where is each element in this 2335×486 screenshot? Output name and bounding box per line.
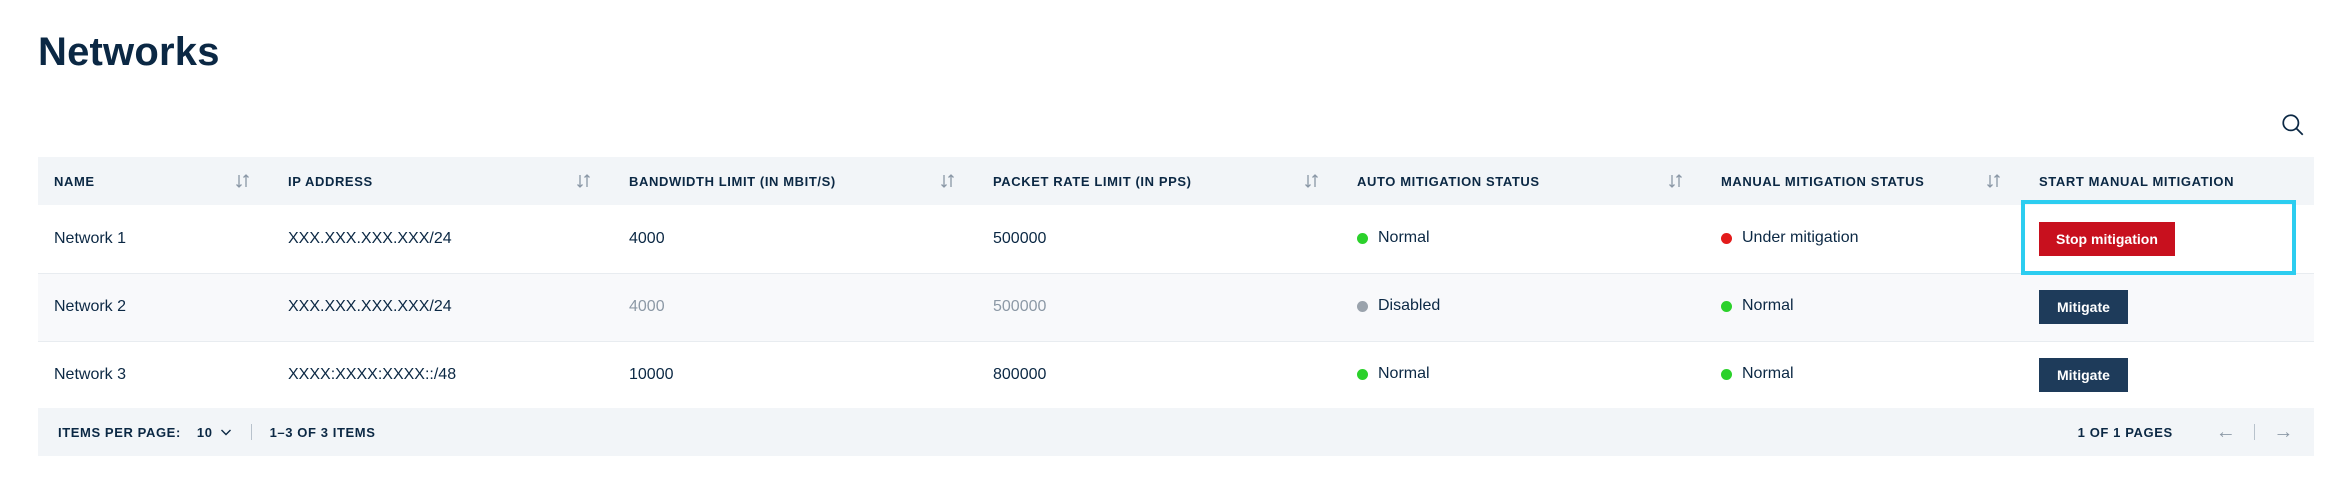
table-row: Network 3 XXXX:XXXX:XXXX::/48 10000 8000… [38, 341, 2314, 409]
cell-bandwidth-limit: 4000 [629, 298, 665, 315]
sort-icon[interactable] [234, 172, 252, 190]
status-dot-normal-icon [1721, 368, 1732, 380]
page-count: 1 OF 1 PAGES [2077, 424, 2173, 440]
cell-name: Network 2 [54, 298, 127, 315]
cell-packet-rate-limit: 800000 [993, 366, 1047, 383]
cell-packet-rate-limit: 500000 [993, 229, 1047, 247]
sort-icon[interactable] [1303, 172, 1321, 190]
column-header-bandwidth-limit[interactable]: BANDWIDTH LIMIT (IN MBIT/S) [613, 157, 977, 205]
mitigate-button[interactable]: Mitigate [2039, 290, 2128, 324]
cell-bandwidth-limit: 4000 [629, 229, 665, 247]
table-header-row: NAME IP ADDRESS BANDWIDTH LIMIT (IN MBIT… [38, 157, 2314, 205]
status-dot-normal-icon [1357, 368, 1368, 380]
cell-manual-mitigation-status: Under mitigation [1705, 205, 2023, 273]
previous-page-arrow-icon[interactable]: ← [2216, 422, 2237, 442]
column-header-start-manual-mitigation: START MANUAL MITIGATION [2039, 173, 2235, 189]
status-dot-alert-icon [1721, 232, 1732, 244]
items-per-page-label: ITEMS PER PAGE: [58, 424, 181, 440]
cell-ip-address: XXXX:XXXX:XXXX::/48 [288, 366, 457, 383]
cell-name: Network 3 [54, 366, 127, 383]
column-header-ip-address[interactable]: IP ADDRESS [272, 157, 613, 205]
next-page-arrow-icon[interactable]: → [2273, 422, 2294, 442]
divider [2254, 424, 2256, 440]
cell-manual-mitigation-status: Normal [1705, 341, 2023, 409]
sort-icon[interactable] [1985, 172, 2003, 190]
status-dot-disabled-icon [1357, 300, 1368, 312]
cell-auto-mitigation-status: Normal [1341, 205, 1705, 273]
cell-ip-address: XXX.XXX.XXX.XXX/24 [288, 298, 452, 315]
divider [250, 424, 252, 440]
cell-name: Network 1 [54, 229, 127, 247]
column-header-name[interactable]: NAME [38, 157, 272, 205]
cell-auto-mitigation-status: Normal [1341, 341, 1705, 409]
column-header-manual-mitigation-status[interactable]: MANUAL MITIGATION STATUS [1705, 157, 2023, 205]
pagination-bar: ITEMS PER PAGE: 10 1–3 OF 3 ITEMS 1 OF 1… [38, 408, 2314, 456]
items-per-page-select[interactable]: 10 [197, 425, 233, 440]
networks-table: NAME IP ADDRESS BANDWIDTH LIMIT (IN MBIT… [38, 157, 2314, 410]
items-range: 1–3 OF 3 ITEMS [269, 424, 376, 440]
table-row: Network 2 XXX.XXX.XXX.XXX/24 4000 500000… [38, 273, 2314, 341]
stop-mitigation-button[interactable]: Stop mitigation [2039, 221, 2175, 256]
status-dot-normal-icon [1721, 300, 1732, 312]
items-per-page-value: 10 [196, 424, 213, 440]
column-header-packet-rate-limit[interactable]: PACKET RATE LIMIT (IN PPS) [977, 157, 1341, 205]
cell-manual-mitigation-status: Normal [1705, 273, 2023, 341]
cell-start-manual-mitigation: Mitigate [2023, 341, 2314, 409]
table-row: Network 1 XXX.XXX.XXX.XXX/24 4000 500000… [38, 205, 2314, 273]
sort-icon[interactable] [575, 172, 593, 190]
cell-ip-address: XXX.XXX.XXX.XXX/24 [288, 229, 452, 247]
sort-icon[interactable] [939, 172, 957, 190]
column-header-auto-mitigation-status[interactable]: AUTO MITIGATION STATUS [1341, 157, 1705, 205]
status-dot-normal-icon [1357, 232, 1368, 244]
cell-packet-rate-limit: 500000 [993, 298, 1047, 315]
cell-start-manual-mitigation: Mitigate [2023, 273, 2314, 341]
chevron-down-icon [220, 429, 231, 436]
cell-auto-mitigation-status: Disabled [1341, 273, 1705, 341]
page-title: Networks [38, 30, 220, 74]
cell-bandwidth-limit: 10000 [629, 366, 674, 383]
sort-icon[interactable] [1667, 172, 1685, 190]
mitigate-button[interactable]: Mitigate [2039, 358, 2128, 392]
cell-start-manual-mitigation: Stop mitigation [2023, 205, 2314, 273]
search-icon[interactable] [2280, 112, 2306, 138]
